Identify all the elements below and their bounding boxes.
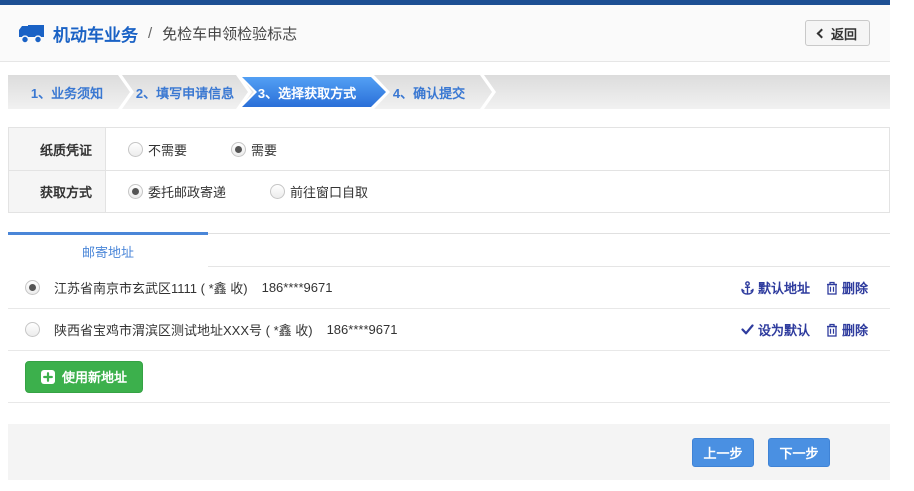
anchor-icon	[741, 281, 754, 295]
step-wizard: 1、业务须知 2、填写申请信息 3、选择获取方式 4、确认提交	[8, 75, 890, 109]
trash-icon	[826, 323, 838, 337]
radio-icon[interactable]	[128, 142, 143, 157]
radio-icon[interactable]	[25, 280, 40, 295]
add-address-row: 使用新地址	[8, 351, 890, 403]
section-title: 机动车业务	[53, 21, 138, 46]
radio-label: 需要	[251, 140, 277, 159]
delete-address-button[interactable]: 删除	[826, 278, 868, 297]
breadcrumb-separator: /	[148, 25, 152, 42]
default-address-button[interactable]: 默认地址	[741, 278, 810, 297]
form-row-paper-certificate: 纸质凭证 不需要 需要	[9, 128, 889, 170]
delete-address-button[interactable]: 删除	[826, 320, 868, 339]
radio-needed[interactable]: 需要	[231, 140, 277, 159]
radio-window-pickup[interactable]: 前往窗口自取	[270, 182, 368, 201]
check-icon	[741, 324, 754, 335]
radio-label: 委托邮政寄递	[148, 182, 226, 201]
step-2-fill-info[interactable]: 2、填写申请信息	[126, 75, 244, 109]
back-button-label: 返回	[831, 24, 857, 43]
radio-icon[interactable]	[270, 184, 285, 199]
truck-icon	[18, 23, 45, 44]
chevron-left-icon	[817, 28, 827, 38]
form-row-options: 委托邮政寄递 前往窗口自取	[106, 171, 889, 212]
radio-label: 不需要	[148, 140, 187, 159]
address-row[interactable]: 陕西省宝鸡市渭滨区测试地址XXX号 ( *鑫 收) 186****9671 设为…	[8, 309, 890, 351]
step-label: 1、业务须知	[31, 83, 103, 102]
page-title: 免检车申领检验标志	[162, 23, 297, 44]
header: 机动车业务 / 免检车申领检验标志 返回	[0, 5, 890, 62]
address-row[interactable]: 江苏省南京市玄武区1111 ( *鑫 收) 186****9671 默认地址 删…	[8, 267, 890, 309]
address-actions: 设为默认 删除	[741, 320, 868, 339]
step-1-notice[interactable]: 1、业务须知	[8, 75, 126, 109]
radio-icon[interactable]	[25, 322, 40, 337]
address-actions: 默认地址 删除	[741, 278, 868, 297]
step-label: 2、填写申请信息	[136, 83, 234, 102]
tab-label: 邮寄地址	[82, 242, 134, 261]
trash-icon	[826, 281, 838, 295]
address-phone: 186****9671	[262, 280, 333, 295]
radio-icon[interactable]	[128, 184, 143, 199]
form-row-delivery-method: 获取方式 委托邮政寄递 前往窗口自取	[9, 170, 889, 212]
action-label: 默认地址	[758, 278, 810, 297]
address-text: 江苏省南京市玄武区1111 ( *鑫 收)	[54, 278, 248, 297]
plus-icon	[41, 370, 55, 384]
set-default-button[interactable]: 设为默认	[741, 320, 810, 339]
page: 机动车业务 / 免检车申领检验标志 返回 1、业务须知 2、填写申请信息 3、选…	[0, 0, 890, 480]
use-new-address-label: 使用新地址	[62, 367, 127, 386]
step-bar-filler	[488, 75, 890, 109]
radio-postal-delivery[interactable]: 委托邮政寄递	[128, 182, 226, 201]
form-row-label: 获取方式	[9, 171, 106, 212]
footer-nav: 上一步 下一步	[8, 424, 890, 480]
back-button[interactable]: 返回	[805, 20, 870, 46]
breadcrumb: 机动车业务 / 免检车申领检验标志	[18, 21, 297, 46]
tab-mailing-address[interactable]: 邮寄地址	[8, 232, 208, 267]
next-step-button[interactable]: 下一步	[768, 438, 830, 467]
step-label: 4、确认提交	[393, 83, 465, 102]
prev-step-button[interactable]: 上一步	[692, 438, 754, 467]
step-label: 3、选择获取方式	[258, 83, 356, 102]
form-row-options: 不需要 需要	[106, 128, 889, 170]
use-new-address-button[interactable]: 使用新地址	[25, 361, 143, 393]
form-row-label: 纸质凭证	[9, 128, 106, 170]
address-tab-strip: 邮寄地址	[8, 233, 890, 267]
address-phone: 186****9671	[327, 322, 398, 337]
radio-icon[interactable]	[231, 142, 246, 157]
action-label: 删除	[842, 278, 868, 297]
radio-label: 前往窗口自取	[290, 182, 368, 201]
action-label: 设为默认	[758, 320, 810, 339]
action-label: 删除	[842, 320, 868, 339]
options-form: 纸质凭证 不需要 需要 获取方式 委托邮政寄递	[8, 127, 890, 213]
address-text: 陕西省宝鸡市渭滨区测试地址XXX号 ( *鑫 收)	[54, 320, 313, 339]
radio-not-needed[interactable]: 不需要	[128, 140, 187, 159]
step-3-choose-method[interactable]: 3、选择获取方式	[244, 75, 370, 109]
